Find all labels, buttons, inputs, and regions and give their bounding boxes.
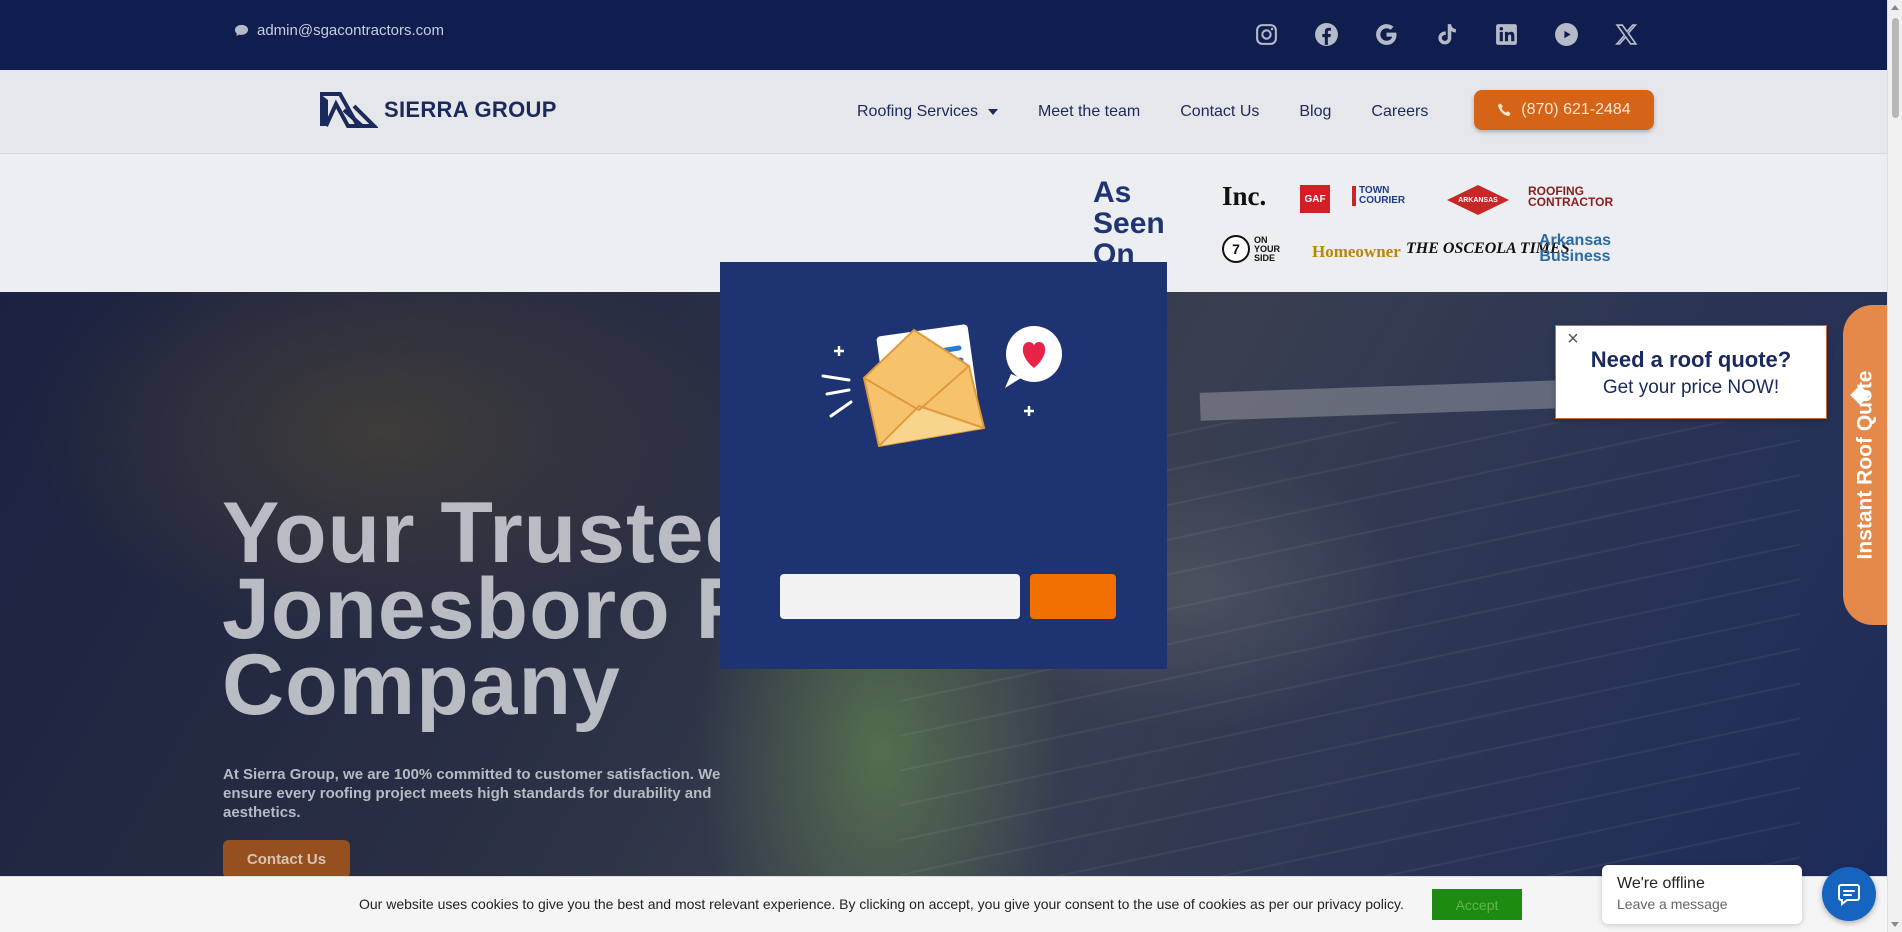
chevron-down-icon: [987, 109, 998, 115]
youtube-icon[interactable]: [1554, 22, 1579, 47]
top-bar: admin@sgacontractors.com: [0, 0, 1887, 70]
hero-description: At Sierra Group, we are 100% committed t…: [223, 766, 721, 821]
logo-text: SIERRA GROUP: [384, 97, 557, 122]
envelope-heart-icon: [821, 324, 1062, 448]
subscribe-button[interactable]: [1030, 574, 1116, 619]
chat-icon: [1838, 884, 1860, 907]
nav-meet-the-team[interactable]: Meet the team: [1038, 103, 1140, 121]
scroll-up-arrow-icon[interactable]: [1891, 5, 1899, 10]
arkansas-business-logo: Arkansas Business: [1538, 232, 1612, 265]
nav-roofing-services[interactable]: Roofing Services: [857, 103, 998, 121]
instagram-icon[interactable]: [1254, 22, 1279, 47]
page-scrollbar[interactable]: [1887, 0, 1902, 932]
town-courier-logo: TOWN COURIER: [1352, 186, 1426, 206]
accept-cookies-button[interactable]: Accept: [1432, 889, 1522, 920]
facebook-icon[interactable]: [1314, 22, 1339, 47]
chat-launcher-button[interactable]: [1822, 867, 1876, 921]
quote-subline: Get your price NOW!: [1602, 377, 1780, 398]
instant-quote-tab-label[interactable]: Instant Roof Quote: [1843, 305, 1887, 625]
scroll-thumb[interactable]: [1892, 18, 1899, 118]
abc7-logo: 7 ON YOUR SIDE: [1222, 235, 1284, 263]
roof-quote-popup[interactable]: × Need a roof quote? Get your price NOW!: [1555, 325, 1827, 419]
abc7-text: ON YOUR SIDE: [1254, 234, 1281, 263]
abc7-circle-icon: 7: [1222, 235, 1250, 263]
email-link[interactable]: admin@sgacontractors.com: [234, 22, 444, 39]
as-seen-on-title: As Seen On: [1093, 176, 1165, 271]
nav-contact-us[interactable]: Contact Us: [1180, 103, 1259, 121]
arkansas-logo: ARKANSAS: [1447, 185, 1509, 215]
nav-label: Blog: [1299, 103, 1332, 120]
email-input[interactable]: [780, 574, 1020, 619]
chat-icon: [234, 24, 249, 37]
scroll-down-arrow-icon[interactable]: [1891, 922, 1899, 927]
google-icon[interactable]: [1374, 22, 1399, 47]
nav-blog[interactable]: Blog: [1299, 103, 1331, 121]
site-header: SIERRA GROUP Roofing Services Meet the t…: [0, 70, 1887, 154]
chat-subtext: Leave a message: [1617, 896, 1728, 912]
instant-quote-text: Instant Roof Quote: [1853, 370, 1877, 560]
chat-status-bubble[interactable]: We're offline Leave a message: [1602, 865, 1802, 924]
email-text: admin@sgacontractors.com: [257, 22, 444, 39]
phone-button[interactable]: (870) 621-2484: [1474, 90, 1654, 130]
arkansas-text: ARKANSAS: [1458, 196, 1498, 204]
social-links: [1254, 22, 1639, 47]
cookie-text: Our website uses cookies to give you the…: [359, 896, 1404, 912]
close-icon[interactable]: ×: [1564, 329, 1582, 349]
nav-label: Roofing Services: [857, 103, 978, 120]
inc-logo: Inc.: [1222, 181, 1267, 211]
phone-icon: [1498, 103, 1511, 116]
main-nav: Roofing Services Meet the team Contact U…: [857, 103, 1428, 121]
nav-label: Careers: [1371, 103, 1429, 120]
linkedin-icon[interactable]: [1494, 22, 1519, 47]
quote-headline: Need a roof quote?: [1590, 347, 1792, 372]
phone-number: (870) 621-2484: [1521, 101, 1631, 118]
nav-label: Meet the team: [1037, 103, 1141, 120]
x-icon[interactable]: [1614, 22, 1639, 47]
homeowner-logo: Homeowner: [1312, 242, 1401, 261]
newsletter-modal: [720, 262, 1167, 669]
site-logo[interactable]: SIERRA GROUP: [318, 88, 557, 132]
nav-careers[interactable]: Careers: [1371, 103, 1428, 121]
gaf-logo: GAF: [1300, 185, 1330, 213]
svg-text:7: 7: [1232, 241, 1240, 257]
nav-label: Contact Us: [1180, 103, 1260, 120]
tiktok-icon[interactable]: [1434, 22, 1459, 47]
chat-status: We're offline: [1617, 875, 1705, 892]
hero-contact-button[interactable]: Contact Us: [223, 840, 350, 878]
roofing-contractor-logo: ROOFING CONTRACTOR: [1528, 184, 1614, 209]
logo-mark-icon: [320, 92, 378, 128]
